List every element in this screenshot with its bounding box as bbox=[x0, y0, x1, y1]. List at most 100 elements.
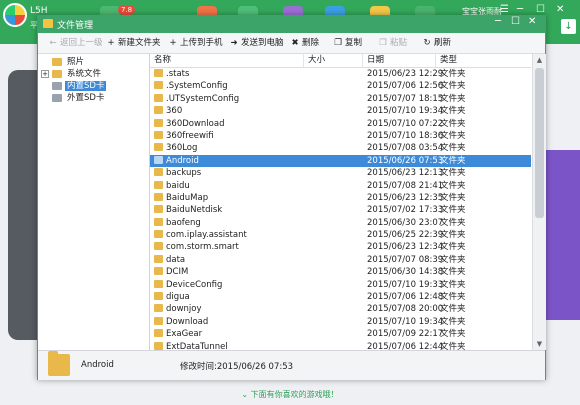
detail-modified: 修改时间:2015/06/26 07:53 bbox=[180, 362, 294, 372]
table-row[interactable]: .stats 2015/06/23 12:29 文件夹 bbox=[150, 68, 531, 80]
dialog-content: ← 返回上一级 + 新建文件夹 + 上传到手机 ➜ 发送到电脑 ✖ 删除 ❐ 复制 ❒ 粘贴 … bbox=[38, 33, 546, 380]
table-row[interactable]: Download 2015/07/10 19:34 文件夹 bbox=[150, 316, 531, 328]
table-row[interactable]: DCIM 2015/06/30 14:38 文件夹 bbox=[150, 266, 531, 278]
folder-icon bbox=[154, 143, 163, 152]
file-list-header: 名称 大小 日期 类型 bbox=[150, 54, 531, 68]
maximize-icon[interactable]: ☐ bbox=[536, 4, 545, 15]
file-name-cell: com.storm.smart bbox=[154, 241, 239, 253]
column-header-size[interactable]: 大小 bbox=[304, 54, 363, 67]
refresh-label: 刷新 bbox=[434, 38, 452, 48]
file-name-cell: DeviceConfig bbox=[154, 279, 222, 291]
back-button[interactable]: ← 返回上一级 bbox=[48, 37, 102, 49]
tree-item-system-files[interactable]: + 系统文件 bbox=[41, 69, 103, 80]
column-header-type[interactable]: 类型 bbox=[436, 54, 531, 67]
folder-icon bbox=[154, 304, 163, 313]
folder-icon bbox=[43, 19, 53, 28]
folder-tree: 照片 + 系统文件 内置SD卡 外置SD卡 bbox=[38, 54, 150, 350]
upload-to-phone-button[interactable]: + 上传到手机 bbox=[168, 37, 222, 49]
table-row[interactable]: com.iplay.assistant 2015/06/25 22:39 文件夹 bbox=[150, 229, 531, 241]
table-row[interactable]: BaiduNetdisk 2015/07/02 17:33 文件夹 bbox=[150, 204, 531, 216]
file-name: com.storm.smart bbox=[166, 242, 239, 253]
table-row[interactable]: baofeng 2015/06/30 23:07 文件夹 bbox=[150, 217, 531, 229]
table-row[interactable]: baidu 2015/07/08 21:41 文件夹 bbox=[150, 180, 531, 192]
folder-icon bbox=[154, 69, 163, 77]
file-name-cell: DCIM bbox=[154, 266, 188, 278]
paste-button[interactable]: ❒ 粘贴 bbox=[378, 37, 407, 49]
column-header-date[interactable]: 日期 bbox=[363, 54, 436, 67]
table-row[interactable]: .UTSystemConfig 2015/07/07 18:15 文件夹 bbox=[150, 93, 531, 105]
table-row[interactable]: 360Download 2015/07/10 07:22 文件夹 bbox=[150, 118, 531, 130]
file-name: 360Download bbox=[166, 118, 225, 129]
send-to-pc-button[interactable]: ➜ 发送到电脑 bbox=[229, 37, 284, 49]
file-type: 文件夹 bbox=[440, 168, 466, 179]
file-name: Android bbox=[166, 155, 199, 166]
scroll-down-icon[interactable]: ▼ bbox=[533, 338, 546, 350]
minimize-icon[interactable]: ─ bbox=[517, 4, 523, 15]
expand-icon[interactable]: + bbox=[41, 69, 49, 78]
table-row[interactable]: 360freewifi 2015/07/10 18:36 文件夹 bbox=[150, 130, 531, 142]
file-name-cell: digua bbox=[154, 291, 190, 303]
back-arrow-icon: ← bbox=[49, 38, 57, 48]
update-badge: 7.8 bbox=[118, 5, 136, 15]
close-icon[interactable]: ✕ bbox=[528, 16, 536, 27]
file-name-cell: Android bbox=[154, 155, 199, 167]
file-manager-dialog: 文件管理 ─ ☐ ✕ ← 返回上一级 + 新建文件夹 + 上传到手机 ➜ 发送到电脑 ✖… bbox=[37, 15, 546, 380]
file-type: 文件夹 bbox=[440, 329, 466, 340]
table-row[interactable]: digua 2015/07/06 12:48 文件夹 bbox=[150, 291, 531, 303]
file-type: 文件夹 bbox=[440, 118, 466, 129]
send-label: 发送到电脑 bbox=[241, 38, 284, 48]
file-type: 文件夹 bbox=[440, 341, 466, 350]
delete-button[interactable]: ✖ 删除 bbox=[290, 37, 319, 49]
file-type: 文件夹 bbox=[440, 180, 466, 191]
tree-item-photos[interactable]: 照片 bbox=[52, 57, 86, 68]
tree-item-external-sd[interactable]: 外置SD卡 bbox=[52, 93, 106, 104]
folder-icon bbox=[52, 69, 62, 78]
file-date: 2015/07/10 07:22 bbox=[367, 118, 444, 129]
minimize-icon[interactable]: ─ bbox=[495, 16, 501, 27]
table-row[interactable]: 360Log 2015/07/08 03:54 文件夹 bbox=[150, 142, 531, 154]
footer-hint[interactable]: ⌄ 下面有你喜欢的游戏哦！ bbox=[0, 389, 580, 400]
file-date: 2015/07/10 19:34 bbox=[367, 316, 444, 327]
table-row[interactable]: com.storm.smart 2015/06/23 12:34 文件夹 bbox=[150, 241, 531, 253]
table-row[interactable]: ExaGear 2015/07/09 22:17 文件夹 bbox=[150, 328, 531, 340]
new-folder-button[interactable]: + 新建文件夹 bbox=[106, 37, 161, 49]
vertical-scrollbar[interactable]: ▲ ▼ bbox=[532, 54, 546, 350]
file-name: downjoy bbox=[166, 304, 202, 315]
file-name-cell: .SystemConfig bbox=[154, 80, 228, 92]
scroll-thumb[interactable] bbox=[535, 68, 544, 218]
close-icon[interactable]: ✕ bbox=[556, 4, 564, 15]
sd-card-icon bbox=[52, 81, 62, 90]
dialog-titlebar[interactable]: 文件管理 ─ ☐ ✕ bbox=[37, 15, 546, 33]
table-row[interactable]: ExtDataTunnel 2015/07/06 12:44 文件夹 bbox=[150, 341, 531, 350]
photo-folder-icon bbox=[52, 57, 62, 66]
detail-name: Android bbox=[81, 360, 114, 370]
table-row[interactable]: Android 2015/06/26 07:53 文件夹 bbox=[150, 154, 531, 168]
refresh-button[interactable]: ↻ 刷新 bbox=[422, 37, 451, 49]
file-date: 2015/06/25 22:39 bbox=[367, 230, 444, 241]
table-row[interactable]: DeviceConfig 2015/07/10 19:33 文件夹 bbox=[150, 279, 531, 291]
file-name-cell: Download bbox=[154, 316, 208, 328]
file-date: 2015/06/23 12:13 bbox=[367, 168, 444, 179]
menu-icon[interactable]: ☰ bbox=[500, 4, 509, 15]
file-name: Download bbox=[166, 316, 209, 327]
copy-button[interactable]: ❐ 复制 bbox=[333, 37, 362, 49]
details-pane: Android 修改时间:2015/06/26 07:53 bbox=[38, 350, 545, 380]
folder-icon bbox=[154, 267, 163, 276]
send-arrow-icon: ➜ bbox=[230, 38, 238, 48]
table-row[interactable]: downjoy 2015/07/08 20:00 文件夹 bbox=[150, 303, 531, 315]
maximize-icon[interactable]: ☐ bbox=[511, 16, 520, 27]
new-folder-label: 新建文件夹 bbox=[118, 38, 161, 48]
file-type: 文件夹 bbox=[440, 93, 466, 104]
column-header-name[interactable]: 名称 bbox=[150, 54, 304, 67]
tree-item-internal-sd[interactable]: 内置SD卡 bbox=[52, 81, 107, 92]
table-row[interactable]: backups 2015/06/23 12:13 文件夹 bbox=[150, 167, 531, 179]
file-name: 360freewifi bbox=[166, 130, 214, 141]
file-name-cell: ExaGear bbox=[154, 328, 202, 340]
download-icon[interactable]: ↓ bbox=[561, 19, 576, 34]
table-row[interactable]: 360 2015/07/10 19:34 文件夹 bbox=[150, 105, 531, 117]
table-row[interactable]: .SystemConfig 2015/07/06 12:56 文件夹 bbox=[150, 80, 531, 92]
table-row[interactable]: BaiduMap 2015/06/23 12:35 文件夹 bbox=[150, 192, 531, 204]
table-row[interactable]: data 2015/07/07 08:39 文件夹 bbox=[150, 254, 531, 266]
copy-icon: ❐ bbox=[334, 38, 342, 48]
scroll-up-icon[interactable]: ▲ bbox=[533, 54, 546, 66]
